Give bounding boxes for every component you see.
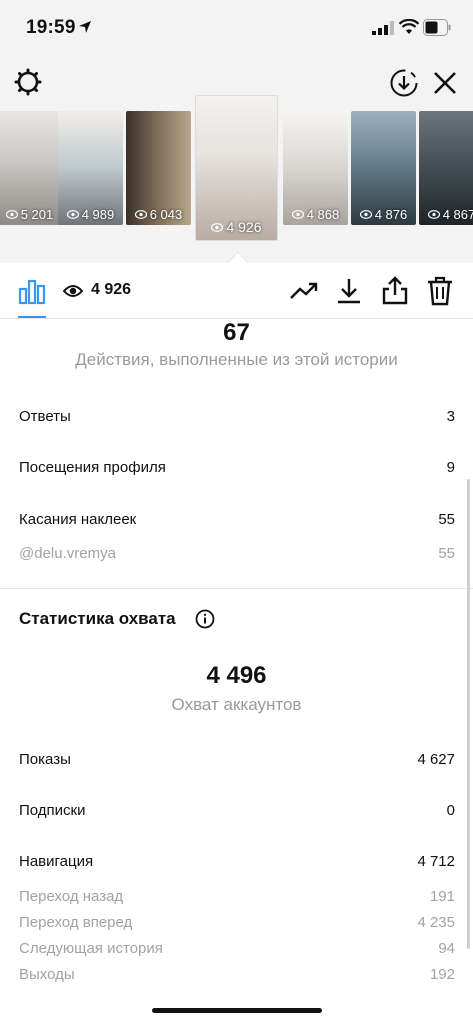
delete-trash-icon[interactable] <box>427 276 453 306</box>
story-thumbnail[interactable]: 6 043 <box>126 111 191 225</box>
stat-label: Выходы <box>19 966 75 983</box>
stat-value: 55 <box>438 511 455 528</box>
eye-icon <box>5 210 18 219</box>
stat-row-forward: Переход вперед 4 235 <box>19 914 455 931</box>
status-bar: 19:59 <box>0 0 473 56</box>
story-thumbnail[interactable]: 5 201 <box>0 111 62 225</box>
save-to-device-icon[interactable] <box>389 68 419 98</box>
insights-content: 67 Действия, выполненные из этой истории… <box>0 319 473 1024</box>
eye-icon <box>291 210 304 219</box>
story-thumbnail-selected[interactable]: 4 926 <box>195 95 278 241</box>
stat-label: Касания наклеек <box>19 511 137 528</box>
thumbnail-views: 4 867 <box>419 207 473 222</box>
thumbnail-views: 4 868 <box>283 207 348 222</box>
thumbnail-views: 5 201 <box>0 207 62 222</box>
thumbnail-views: 6 043 <box>126 207 191 222</box>
story-picker-area: 19:59 5 201 4 989 6 043 4 926 4 868 4 87… <box>0 0 473 263</box>
stat-value: 4 712 <box>417 853 455 870</box>
stat-row-profile-visits: Посещения профиля 9 <box>19 459 455 476</box>
stat-row-sticker-taps: Касания наклеек 55 <box>19 511 455 528</box>
actions-caption: Действия, выполненные из этой истории <box>75 350 398 369</box>
stat-label: Переход вперед <box>19 914 133 931</box>
stat-value: 191 <box>429 888 455 905</box>
download-icon[interactable] <box>336 277 362 305</box>
home-indicator[interactable] <box>152 1008 322 1013</box>
selected-story-pointer <box>228 251 248 263</box>
stat-row-back: Переход назад 191 <box>19 888 455 905</box>
promote-trend-icon[interactable] <box>289 278 319 304</box>
stat-value: 55 <box>438 545 455 562</box>
location-arrow-icon <box>79 21 91 33</box>
info-icon[interactable] <box>195 609 215 629</box>
thumbnail-views: 4 876 <box>351 207 416 222</box>
story-thumbnail[interactable]: 4 989 <box>58 111 123 225</box>
settings-gear-icon[interactable] <box>14 68 42 96</box>
stat-row-mention-sticker: @delu.vremya 55 <box>19 545 455 562</box>
stat-label: Ответы <box>19 408 71 425</box>
stat-label: @delu.vremya <box>19 545 116 562</box>
status-time: 19:59 <box>26 17 76 38</box>
wifi-icon <box>399 19 419 34</box>
story-thumbnail[interactable]: 4 868 <box>283 111 348 225</box>
reach-total: 4 496 <box>206 662 267 689</box>
stat-value: 9 <box>446 459 455 476</box>
eye-icon <box>427 210 440 219</box>
stat-value: 94 <box>438 940 455 957</box>
stat-value: 192 <box>429 966 455 983</box>
story-thumbnails: 5 201 4 989 6 043 4 926 4 868 4 876 4 86… <box>0 95 473 241</box>
scrollbar[interactable] <box>467 479 470 949</box>
reach-section-title: Статистика охвата <box>19 609 176 628</box>
insights-chart-icon[interactable] <box>18 277 46 305</box>
stat-row-follows: Подписки 0 <box>19 802 455 819</box>
stat-label: Подписки <box>19 802 86 819</box>
stat-value: 4 627 <box>417 751 455 768</box>
battery-icon <box>423 19 451 36</box>
section-divider <box>0 588 473 589</box>
stat-label: Переход назад <box>19 888 124 905</box>
stat-row-exits: Выходы 192 <box>19 966 455 983</box>
story-toolbar: 4 926 <box>0 263 473 319</box>
insights-tab-indicator <box>18 316 46 318</box>
actions-total: 67 <box>223 319 250 346</box>
reach-caption: Охват аккаунтов <box>171 695 302 714</box>
eye-icon <box>359 210 372 219</box>
story-thumbnail[interactable]: 4 867 <box>419 111 473 225</box>
stat-row-replies: Ответы 3 <box>19 408 455 425</box>
stat-row-navigation: Навигация 4 712 <box>19 853 455 870</box>
stat-row-impressions: Показы 4 627 <box>19 751 455 768</box>
eye-icon <box>211 222 224 232</box>
eye-icon <box>134 210 147 219</box>
stat-label: Навигация <box>19 853 94 870</box>
stat-label: Следующая история <box>19 940 163 957</box>
stat-label: Посещения профиля <box>19 459 166 476</box>
stat-row-next-story: Следующая история 94 <box>19 940 455 957</box>
view-count: 4 926 <box>91 281 132 298</box>
eye-icon <box>66 210 79 219</box>
close-icon[interactable] <box>431 69 459 97</box>
stat-label: Показы <box>19 751 71 768</box>
share-icon[interactable] <box>381 276 409 306</box>
stat-value: 0 <box>446 802 455 819</box>
stat-value: 3 <box>446 408 455 425</box>
cellular-signal-icon <box>372 21 394 35</box>
story-thumbnail[interactable]: 4 876 <box>351 111 416 225</box>
stat-value: 4 235 <box>417 914 455 931</box>
thumbnail-views: 4 926 <box>196 219 277 235</box>
thumbnail-views: 4 989 <box>58 207 123 222</box>
eye-icon <box>63 285 83 297</box>
